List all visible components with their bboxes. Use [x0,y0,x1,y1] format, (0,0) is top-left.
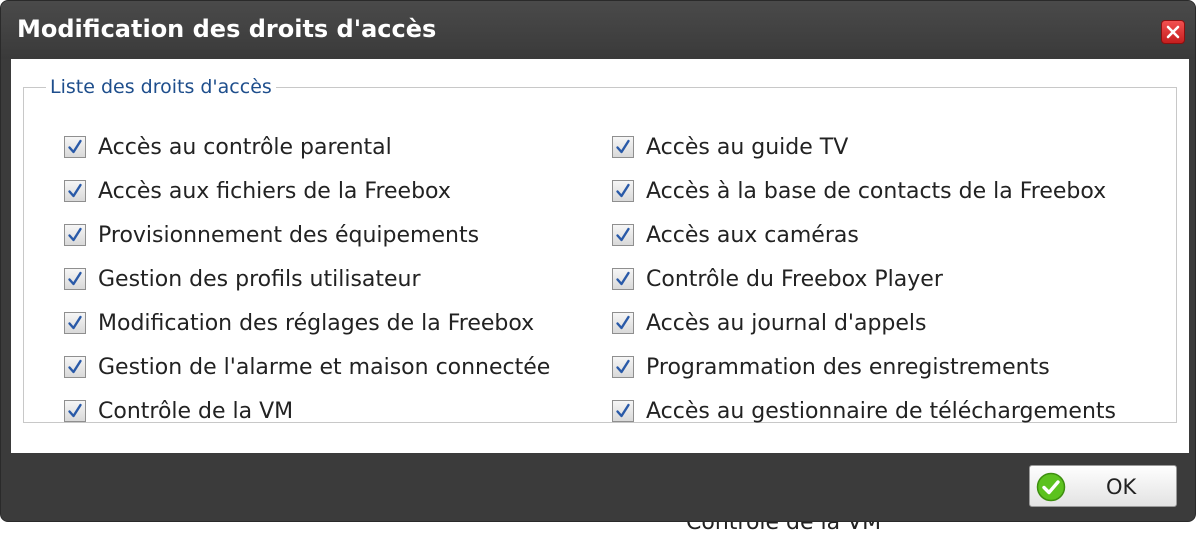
fieldset-legend: Liste des droits d'accès [50,76,272,98]
checkmark-icon [616,139,630,154]
permission-label: Programmation des enregistrements [646,355,1050,380]
access-rights-fieldset: Liste des droits d'accès Accès au contrô… [23,76,1177,424]
permission-checkbox[interactable] [64,400,86,422]
permission-label: Gestion de l'alarme et maison connectée [98,355,551,380]
permission-label: Modification des réglages de la Freebox [98,311,535,336]
permission-label: Provisionnement des équipements [98,223,480,248]
permission-label: Gestion des profils utilisateur [98,267,421,292]
checkmark-icon [68,271,82,286]
permission-label: Accès au journal d'appels [646,311,927,336]
permission-label: Accès au gestionnaire de téléchargements [646,399,1116,424]
permission-checkbox[interactable] [612,268,634,290]
permission-label: Accès au guide TV [646,135,849,160]
checkmark-icon [68,139,82,154]
permission-label: Accès aux fichiers de la Freebox [98,179,451,204]
checkmark-icon [616,183,630,198]
checkmark-icon [68,315,82,330]
checkmark-icon [68,403,82,418]
permission-label: Contrôle de la VM [98,399,294,424]
dialog-content: Liste des droits d'accès Accès au contrô… [11,59,1189,453]
permission-label: Accès aux caméras [646,223,859,248]
permission-checkbox[interactable] [612,136,634,158]
checkmark-icon [68,183,82,198]
access-rights-dialog: Modification des droits d'accès Liste de… [0,0,1196,522]
permission-checkbox[interactable] [612,180,634,202]
dialog-footer: OK [1,453,1195,521]
permission-checkbox[interactable] [64,180,86,202]
close-icon [1166,25,1180,39]
close-button[interactable] [1161,20,1185,44]
checkmark-icon [616,315,630,330]
permission-label: Accès à la base de contacts de la Freebo… [646,179,1107,204]
check-circle-icon [1036,472,1066,502]
permission-checkbox[interactable] [612,312,634,334]
permission-checkbox[interactable] [64,356,86,378]
permission-label: Accès au contrôle parental [98,135,392,160]
checkmark-icon [616,359,630,374]
ok-button[interactable]: OK [1029,465,1177,507]
permission-label: Contrôle du Freebox Player [646,267,943,292]
ok-button-label: OK [1106,475,1137,499]
checkmark-icon [68,359,82,374]
checkmark-icon [616,227,630,242]
permission-checkbox[interactable] [64,268,86,290]
permission-checkbox[interactable] [612,356,634,378]
permission-checkbox[interactable] [64,136,86,158]
checkmark-icon [616,403,630,418]
permission-checkbox[interactable] [64,312,86,334]
checkmark-icon [616,271,630,286]
checkmark-icon [68,227,82,242]
permission-checkbox[interactable] [612,400,634,422]
permission-checkbox[interactable] [64,224,86,246]
dialog-title: Modification des droits d'accès [17,15,437,43]
dialog-titlebar: Modification des droits d'accès [1,1,1195,59]
permission-checkbox[interactable] [612,224,634,246]
